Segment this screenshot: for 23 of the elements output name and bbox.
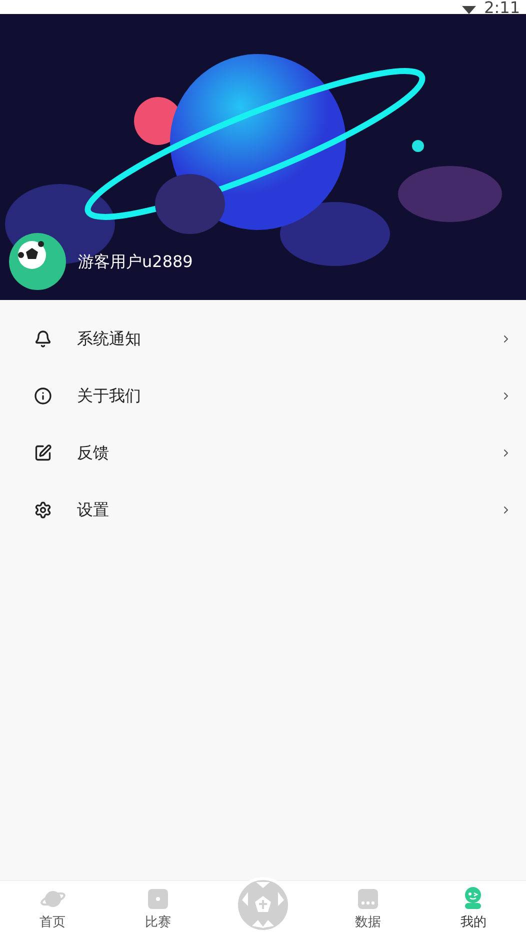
menu-label: 关于我们 xyxy=(77,384,142,406)
edit-icon xyxy=(34,444,52,462)
nav-tab[interactable]: 数据 xyxy=(316,881,421,936)
nav-label: 首页 xyxy=(40,914,66,932)
info-icon xyxy=(34,386,52,404)
settings-icon xyxy=(34,500,52,518)
nav-label: 我的 xyxy=(460,914,486,932)
menu-item[interactable]: 关于我们 xyxy=(0,367,526,424)
avatar-icon xyxy=(9,233,66,290)
nav-label: 比赛 xyxy=(144,914,171,932)
nav-tab[interactable]: 我的 xyxy=(420,881,526,936)
status-time: 2:11 xyxy=(484,2,520,14)
menu-item[interactable]: 系统通知 xyxy=(0,310,526,367)
nav-label: 数据 xyxy=(355,914,382,932)
menu-item[interactable]: 设置 xyxy=(0,481,526,538)
username: 游客用户u2889 xyxy=(78,250,193,272)
nav-tab[interactable]: 首页 xyxy=(0,881,106,936)
bell-icon xyxy=(34,330,52,348)
nav-tab[interactable]: 比赛 xyxy=(105,881,210,936)
menu-label: 设置 xyxy=(77,498,110,520)
menu-label: 系统通知 xyxy=(77,328,142,350)
menu-label: 反馈 xyxy=(77,442,110,464)
menu-item[interactable]: 反馈 xyxy=(0,424,526,481)
